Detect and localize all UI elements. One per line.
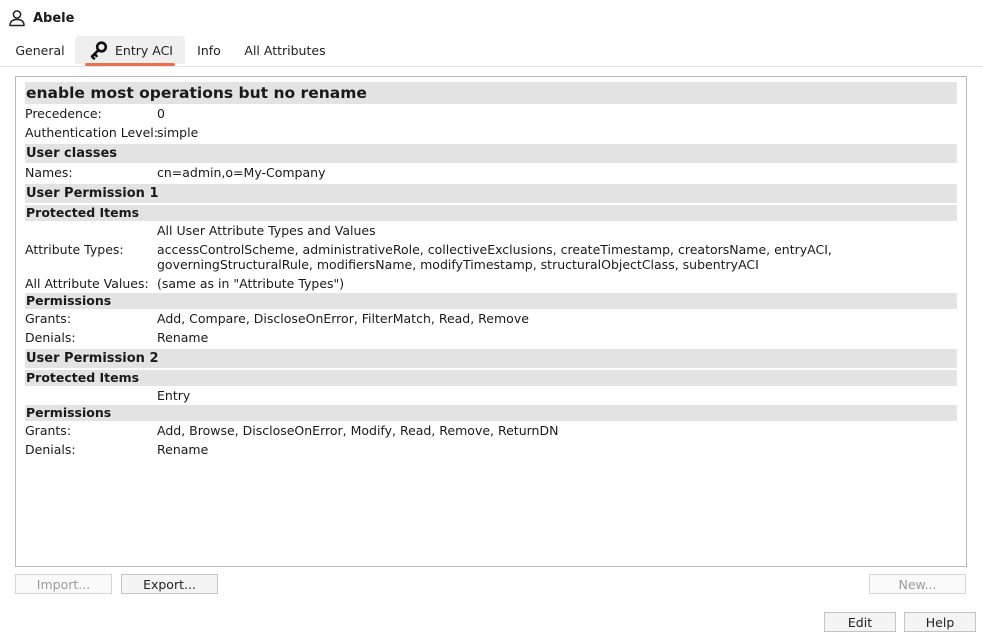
tab-label: General	[15, 42, 65, 58]
tab-info[interactable]: Info	[189, 36, 229, 64]
tab-label: Info	[197, 42, 221, 58]
tab-label: All Attributes	[244, 42, 326, 58]
help-button[interactable]: Help	[904, 612, 976, 632]
aci-title: enable most operations but no rename	[25, 82, 957, 104]
denials-label: Denials:	[25, 442, 76, 457]
all-attribute-values-row: All Attribute Values: (same as in "Attri…	[25, 274, 957, 293]
grants-value: Add, Compare, DiscloseOnError, FilterMat…	[157, 311, 529, 326]
all-attribute-values-value: (same as in "Attribute Types")	[157, 276, 345, 291]
user-permission-2-heading: User Permission 2	[25, 349, 957, 368]
tab-general[interactable]: General	[7, 36, 73, 64]
export-button[interactable]: Export...	[121, 574, 218, 594]
denials-value: Rename	[157, 442, 209, 457]
key-icon	[90, 41, 108, 60]
denials-value: Rename	[157, 330, 209, 345]
denials-row: Denials: Rename	[25, 328, 957, 347]
permissions-heading: Permissions	[25, 293, 957, 309]
denials-label: Denials:	[25, 330, 76, 345]
grants-value: Add, Browse, DiscloseOnError, Modify, Re…	[157, 423, 559, 438]
entry-value: Entry	[157, 388, 191, 403]
new-button[interactable]: New...	[869, 574, 966, 594]
user-permission-1-heading: User Permission 1	[25, 184, 957, 203]
window-header: Abele	[8, 8, 74, 28]
precedence-row: Precedence: 0	[25, 104, 957, 123]
grants-row: Grants: Add, Browse, DiscloseOnError, Mo…	[25, 421, 957, 440]
window-title: Abele	[33, 10, 75, 26]
names-label: Names:	[25, 165, 73, 180]
grants-label: Grants:	[25, 423, 72, 438]
user-classes-heading: User classes	[25, 144, 957, 163]
protected-items-heading: Protected Items	[25, 370, 957, 386]
grants-label: Grants:	[25, 311, 72, 326]
all-attribute-values-label: All Attribute Values:	[25, 276, 149, 291]
all-user-attrs-row: All User Attribute Types and Values	[25, 221, 957, 240]
entry-row: Entry	[25, 386, 957, 405]
permissions-heading: Permissions	[25, 405, 957, 421]
import-button[interactable]: Import...	[15, 574, 112, 594]
tab-label: Entry ACI	[115, 42, 173, 58]
user-icon	[9, 10, 25, 27]
aci-content: enable most operations but no rename Pre…	[25, 82, 957, 459]
attribute-types-label: Attribute Types:	[25, 242, 124, 257]
names-row: Names: cn=admin,o=My-Company	[25, 163, 957, 182]
all-user-attrs-value: All User Attribute Types and Values	[157, 223, 376, 238]
auth-level-value: simple	[157, 125, 199, 140]
auth-level-label: Authentication Level:	[25, 125, 158, 140]
tab-bar: General Entry ACI Info All Attributes	[0, 34, 983, 67]
tab-all-attributes[interactable]: All Attributes	[237, 36, 333, 64]
precedence-value: 0	[157, 106, 165, 121]
tab-entry-aci[interactable]: Entry ACI	[75, 36, 185, 66]
edit-button[interactable]: Edit	[824, 612, 896, 632]
aci-panel[interactable]: enable most operations but no rename Pre…	[15, 76, 967, 567]
grants-row: Grants: Add, Compare, DiscloseOnError, F…	[25, 309, 957, 328]
precedence-label: Precedence:	[25, 106, 102, 121]
protected-items-heading: Protected Items	[25, 205, 957, 221]
attribute-types-row: Attribute Types: accessControlScheme, ad…	[25, 240, 957, 274]
auth-level-row: Authentication Level: simple	[25, 123, 957, 142]
active-tab-indicator	[85, 63, 175, 66]
denials-row: Denials: Rename	[25, 440, 957, 459]
names-value: cn=admin,o=My-Company	[157, 165, 326, 180]
attribute-types-value: accessControlScheme, administrativeRole,…	[157, 242, 832, 272]
